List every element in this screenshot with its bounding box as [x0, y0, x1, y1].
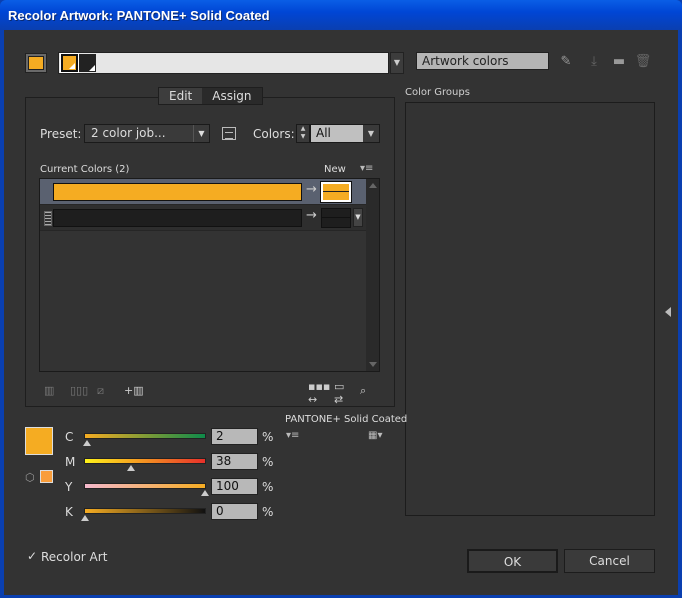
save-group-icon[interactable]: ⤓ — [585, 54, 603, 70]
ok-button[interactable]: OK — [467, 549, 558, 573]
percent-label: % — [262, 430, 274, 444]
new-color-swatch[interactable] — [320, 181, 352, 203]
new-row-icon[interactable]: +▥ — [124, 384, 144, 397]
color-groups-panel[interactable] — [405, 102, 655, 516]
slider-thumb[interactable] — [83, 440, 92, 446]
percent-label: % — [262, 480, 274, 494]
library-name: PANTONE+ Solid Coated — [285, 414, 408, 425]
merge-colors-icon[interactable]: ▥ — [44, 384, 54, 397]
preset-value: 2 color job... — [91, 126, 166, 140]
percent-label: % — [262, 505, 274, 519]
trash-icon[interactable]: 🗑 — [634, 54, 652, 70]
gamut-warning-swatch[interactable] — [40, 470, 53, 483]
cancel-button[interactable]: Cancel — [564, 549, 655, 573]
chevron-down-icon: ▼ — [363, 125, 379, 142]
current-colors-label: Current Colors (2) — [40, 164, 130, 175]
randomly-change-order-icon[interactable]: ▪▪▪ ↔ — [308, 380, 330, 406]
arrow-icon[interactable]: → — [306, 208, 317, 223]
randomly-change-saturation-icon[interactable]: ▭ ⇄ — [334, 380, 344, 406]
preset-options-icon[interactable] — [222, 127, 236, 140]
color-row[interactable]: → — [40, 179, 367, 205]
selected-color-swatch[interactable] — [25, 427, 53, 455]
current-color-bar[interactable] — [53, 183, 302, 201]
tab-assign[interactable]: Assign — [202, 88, 261, 104]
percent-label: % — [262, 455, 274, 469]
cyan-slider[interactable] — [83, 433, 206, 446]
preset-dropdown[interactable]: 2 color job... ▼ — [84, 124, 210, 143]
out-of-gamut-cube-icon[interactable]: ⬡ — [25, 471, 35, 484]
swatch-library-icon[interactable]: ▦▾ — [368, 430, 382, 441]
yellow-label: Y — [65, 480, 73, 494]
window-title: Recolor Artwork: PANTONE+ Solid Coated — [8, 8, 270, 23]
active-color-swatch[interactable] — [25, 53, 47, 73]
colors-label: Colors: — [253, 127, 295, 141]
list-menu-icon[interactable]: ▾≡ — [360, 163, 373, 174]
chevron-down-icon: ▼ — [193, 125, 209, 142]
scroll-up-icon[interactable] — [369, 183, 377, 188]
scroll-down-icon[interactable] — [369, 362, 377, 367]
exclude-colors-icon[interactable]: ⧄ — [97, 384, 104, 397]
tab-bar: Edit Assign — [158, 87, 263, 105]
color-strip[interactable] — [58, 52, 389, 74]
eyedropper-icon[interactable]: ✎ — [557, 54, 575, 70]
row-dropdown[interactable]: ▼ — [353, 208, 363, 227]
list-scrollbar[interactable] — [366, 179, 379, 371]
color-strip-dropdown[interactable]: ▼ — [390, 52, 404, 74]
grip-handle-icon[interactable] — [44, 211, 52, 226]
slider-thumb[interactable] — [126, 465, 135, 471]
dialog-body: ▼ Artwork colors ✎ ⤓ ▬ 🗑 Color Groups Ed… — [4, 30, 678, 595]
strip-swatch-orange[interactable] — [60, 53, 79, 73]
yellow-value[interactable]: 100 — [211, 478, 258, 495]
collapse-arrow-icon[interactable] — [665, 307, 671, 317]
new-color-swatch[interactable] — [321, 208, 351, 228]
separate-colors-icon[interactable]: ▯▯▯ — [70, 384, 88, 397]
slider-thumb[interactable] — [201, 490, 209, 496]
black-label: K — [65, 505, 73, 519]
dialog-window: Recolor Artwork: PANTONE+ Solid Coated ▼… — [0, 0, 682, 598]
slider-menu-icon[interactable]: ▾≡ — [286, 430, 299, 441]
black-slider[interactable] — [81, 508, 206, 521]
colors-spinner[interactable]: ▲ ▼ — [296, 124, 310, 143]
color-groups-label: Color Groups — [405, 87, 470, 98]
folder-icon[interactable]: ▬ — [610, 54, 628, 70]
color-list: → → ▼ — [39, 178, 380, 372]
colors-dropdown[interactable]: All ▼ — [310, 124, 380, 143]
new-label: New — [324, 164, 346, 175]
color-row[interactable]: → ▼ — [40, 205, 367, 231]
magenta-label: M — [65, 455, 76, 469]
arrow-icon[interactable]: → — [306, 182, 317, 197]
slider-thumb[interactable] — [81, 515, 89, 521]
current-color-bar[interactable] — [53, 209, 302, 227]
cyan-label: C — [65, 430, 74, 444]
magenta-value[interactable]: 38 — [211, 453, 258, 470]
cyan-value[interactable]: 2 — [211, 428, 258, 445]
find-color-icon[interactable]: ⌕ — [360, 384, 366, 397]
tab-edit[interactable]: Edit — [159, 88, 203, 104]
strip-swatch-black[interactable] — [79, 54, 96, 72]
yellow-slider[interactable] — [84, 483, 209, 496]
recolor-art-label[interactable]: Recolor Art — [41, 550, 107, 564]
artwork-name-field[interactable]: Artwork colors — [416, 52, 549, 70]
colors-value: All — [316, 126, 331, 140]
recolor-art-checkbox[interactable]: ✓ — [27, 550, 37, 562]
magenta-slider[interactable] — [84, 458, 206, 471]
black-value[interactable]: 0 — [211, 503, 258, 520]
preset-label: Preset: — [40, 127, 82, 141]
